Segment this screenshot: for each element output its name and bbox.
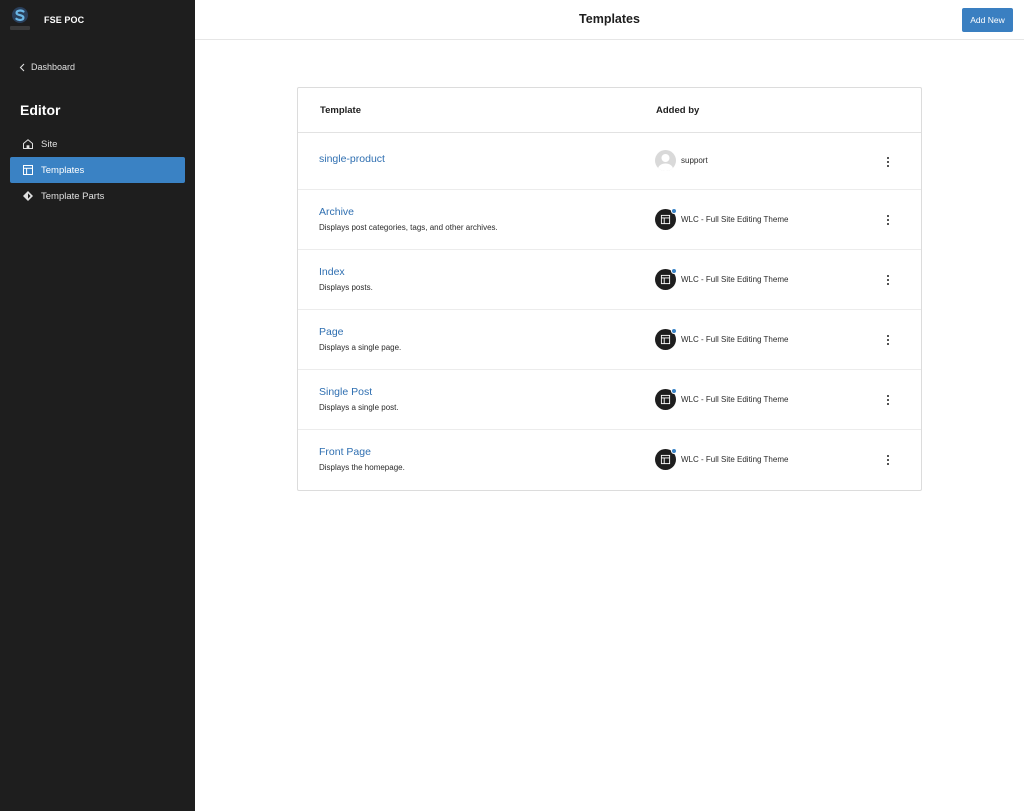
template-name-link[interactable]: Archive: [319, 206, 354, 218]
author-name: support: [681, 156, 708, 165]
author-name: WLC - Full Site Editing Theme: [681, 395, 789, 404]
author-name: WLC - Full Site Editing Theme: [681, 215, 789, 224]
theme-badge-dot: [671, 328, 677, 334]
template-author: WLC - Full Site Editing Theme: [655, 328, 789, 350]
table-row: Index Displays posts. WLC - Full Site Ed…: [298, 250, 921, 310]
sidebar: FSE POC Dashboard Editor Site Templates …: [0, 0, 195, 811]
add-new-button[interactable]: Add New: [962, 8, 1013, 32]
sidebar-item-label: Template Parts: [41, 190, 105, 202]
column-header-template: Template: [320, 105, 362, 116]
templates-table: Template Added by single-product support: [297, 87, 922, 491]
author-name: WLC - Full Site Editing Theme: [681, 335, 789, 344]
layout-icon: [22, 164, 34, 176]
template-author: WLC - Full Site Editing Theme: [655, 388, 789, 410]
theme-badge-dot: [671, 388, 677, 394]
site-header: FSE POC: [0, 0, 195, 40]
theme-layout-icon: [655, 208, 677, 230]
template-name-link[interactable]: Single Post: [319, 386, 372, 398]
more-actions-icon[interactable]: [881, 213, 895, 227]
user-avatar-icon: [655, 150, 676, 171]
template-description: Displays posts.: [319, 283, 373, 292]
theme-badge-dot: [671, 448, 677, 454]
table-row: single-product support: [298, 133, 921, 190]
table-header: Template Added by: [298, 88, 921, 133]
theme-layout-icon: [655, 388, 677, 410]
symbol-filled-icon: [22, 190, 34, 202]
template-name-link[interactable]: Page: [319, 326, 344, 338]
author-name: WLC - Full Site Editing Theme: [681, 275, 789, 284]
dashboard-back-label: Dashboard: [31, 62, 76, 72]
site-logo-s-icon[interactable]: [9, 6, 31, 32]
sidebar-item-site[interactable]: Site: [10, 131, 185, 157]
sidebar-nav: Site Templates Template Parts: [10, 131, 185, 209]
more-actions-icon[interactable]: [881, 273, 895, 287]
sidebar-item-template-parts[interactable]: Template Parts: [10, 183, 185, 209]
template-name-link[interactable]: Front Page: [319, 446, 371, 458]
template-description: Displays post categories, tags, and othe…: [319, 223, 498, 232]
column-header-added-by: Added by: [656, 105, 700, 116]
template-author: support: [655, 150, 708, 171]
sidebar-item-label: Templates: [41, 164, 85, 176]
sidebar-item-label: Site: [41, 138, 58, 150]
table-row: Front Page Displays the homepage. WLC - …: [298, 430, 921, 490]
theme-layout-icon: [655, 328, 677, 350]
dashboard-back-link[interactable]: Dashboard: [19, 61, 75, 73]
template-author: WLC - Full Site Editing Theme: [655, 268, 789, 290]
site-name: FSE POC: [44, 15, 85, 25]
template-description: Displays the homepage.: [319, 463, 405, 472]
template-name-link[interactable]: single-product: [319, 153, 385, 165]
author-name: WLC - Full Site Editing Theme: [681, 455, 789, 464]
home-icon: [22, 138, 34, 150]
table-row: Archive Displays post categories, tags, …: [298, 190, 921, 250]
template-description: Displays a single page.: [319, 343, 402, 352]
page-title: Templates: [579, 12, 640, 26]
template-name-link[interactable]: Index: [319, 266, 345, 278]
table-row: Single Post Displays a single post. WLC …: [298, 370, 921, 430]
sidebar-item-templates[interactable]: Templates: [10, 157, 185, 183]
theme-badge-dot: [671, 268, 677, 274]
more-actions-icon[interactable]: [881, 393, 895, 407]
table-row: Page Displays a single page. WLC - Full …: [298, 310, 921, 370]
top-bar: Templates Add New: [195, 0, 1024, 40]
site-editor-app: FSE POC Dashboard Editor Site Templates …: [0, 0, 1024, 811]
chevron-left-icon: [19, 63, 25, 71]
more-actions-icon[interactable]: [881, 453, 895, 467]
theme-layout-icon: [655, 448, 677, 470]
template-author: WLC - Full Site Editing Theme: [655, 448, 789, 470]
more-actions-icon[interactable]: [881, 333, 895, 347]
template-description: Displays a single post.: [319, 403, 399, 412]
editor-title: Editor: [20, 102, 61, 118]
template-author: WLC - Full Site Editing Theme: [655, 208, 789, 230]
more-actions-icon[interactable]: [881, 155, 895, 169]
theme-badge-dot: [671, 208, 677, 214]
theme-layout-icon: [655, 268, 677, 290]
